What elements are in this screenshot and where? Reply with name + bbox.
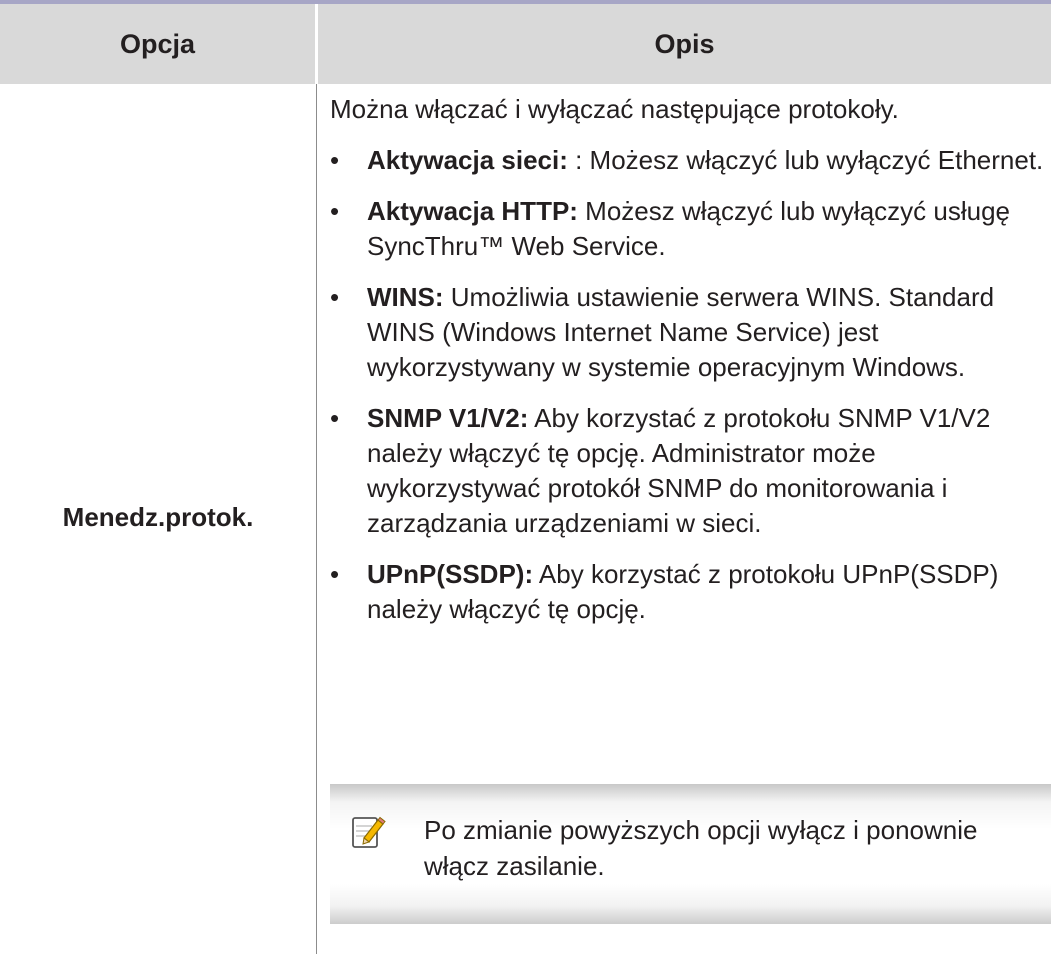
item-text: Umożliwia ustawienie serwera WINS. Stand… xyxy=(367,282,995,382)
item-term: SNMP V1/V2: xyxy=(367,403,529,433)
item-term: UPnP(SSDP): xyxy=(367,559,534,589)
description-intro: Można włączać i wyłączać następujące pro… xyxy=(330,94,899,124)
bullet: • xyxy=(330,559,340,589)
item-text: : Możesz włączyć lub wyłączyć Ethernet. xyxy=(567,145,1044,175)
column-header-description: Opis xyxy=(318,4,1051,84)
item-term: WINS: xyxy=(367,282,444,312)
description-cell: Można włączać i wyłączać następujące pro… xyxy=(330,92,1045,643)
item-term: Aktywacja HTTP: xyxy=(367,196,578,226)
note-text: Po zmianie powyższych opcji wyłącz i pon… xyxy=(424,815,978,881)
option-name: Menedz.protok. xyxy=(62,502,254,532)
bullet: • xyxy=(330,282,340,312)
column-header-option: Opcja xyxy=(0,4,315,84)
bullet: • xyxy=(330,403,340,433)
note-pencil-icon xyxy=(352,816,386,848)
item-term: Aktywacja sieci: xyxy=(367,145,568,175)
note-box: Po zmianie powyższych opcji wyłącz i pon… xyxy=(330,784,1051,924)
bullet: • xyxy=(330,196,340,226)
list-item-network-activation: • Aktywacja sieci: : Możesz włączyć lub w… xyxy=(330,143,1045,178)
protocol-list: • Aktywacja sieci: : Możesz włączyć lub w… xyxy=(330,143,1045,627)
list-item-http-activation: • Aktywacja HTTP: Możesz włączyć lub wyłą… xyxy=(330,194,1045,264)
list-item-upnp: • UPnP(SSDP): Aby korzystać z protokołu U… xyxy=(330,557,1045,627)
list-item-wins: • WINS: Umożliwia ustawienie serwera WINS… xyxy=(330,280,1045,385)
bullet: • xyxy=(330,145,340,175)
column-divider xyxy=(316,84,317,954)
list-item-snmp: • SNMP V1/V2: Aby korzystać z protokołu S… xyxy=(330,401,1045,541)
